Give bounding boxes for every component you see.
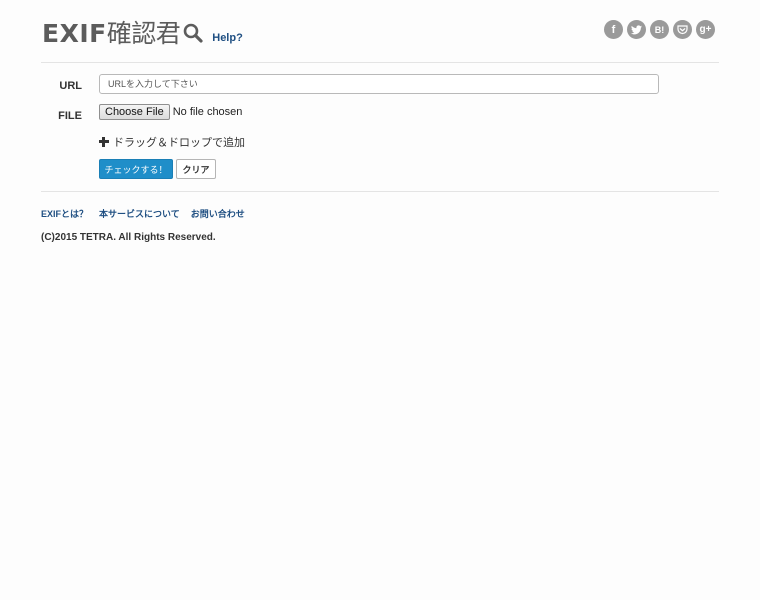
footer-link-contact[interactable]: お問い合わせ [191,207,245,220]
file-label: FILE [58,110,82,122]
footer-link-about-exif[interactable]: EXIFとは？ [41,207,88,220]
footer-divider [41,191,719,192]
header: EXIF確認君 Help? [42,14,243,50]
facebook-icon[interactable]: f [604,20,623,39]
clear-button[interactable]: クリア [176,159,216,179]
magnifier-icon [183,23,203,43]
hatena-glyph: B! [654,24,665,35]
pocket-icon[interactable] [673,20,692,39]
drag-drop-zone[interactable]: ドラッグ＆ドロップで追加 [99,134,245,150]
url-label: URL [59,80,82,92]
plus-icon [99,137,109,147]
google-plus-icon[interactable]: g+ [696,20,715,39]
google-plus-glyph: g+ [699,24,712,35]
footer-links: EXIFとは？ 本サービスについて お問い合わせ [41,207,256,220]
logo-text-latin: EXIF [42,19,107,48]
page: EXIF確認君 Help? f B! g+ URL FILE Choose Fi… [0,0,760,600]
help-link[interactable]: Help? [212,32,243,44]
file-status: No file chosen [172,106,243,118]
facebook-glyph: f [611,23,616,36]
drag-drop-label: ドラッグ＆ドロップで追加 [113,137,245,149]
logo-text: EXIF確認君 [42,14,181,50]
twitter-icon[interactable] [627,20,646,39]
url-input[interactable] [99,74,659,94]
check-button[interactable]: チェックする！ [99,159,173,179]
header-divider [41,62,719,63]
choose-file-button[interactable]: Choose File [99,104,170,120]
logo-text-japanese: 確認君 [106,19,181,48]
site-logo[interactable]: EXIF確認君 [42,14,203,50]
hatena-bookmark-icon[interactable]: B! [650,20,669,39]
social-share-bar: f B! g+ [604,20,719,39]
file-picker: Choose File No file chosen [99,104,242,120]
footer-link-about-service[interactable]: 本サービスについて [99,207,180,220]
copyright: (C)2015 TETRA. All Rights Reserved. [41,232,216,243]
